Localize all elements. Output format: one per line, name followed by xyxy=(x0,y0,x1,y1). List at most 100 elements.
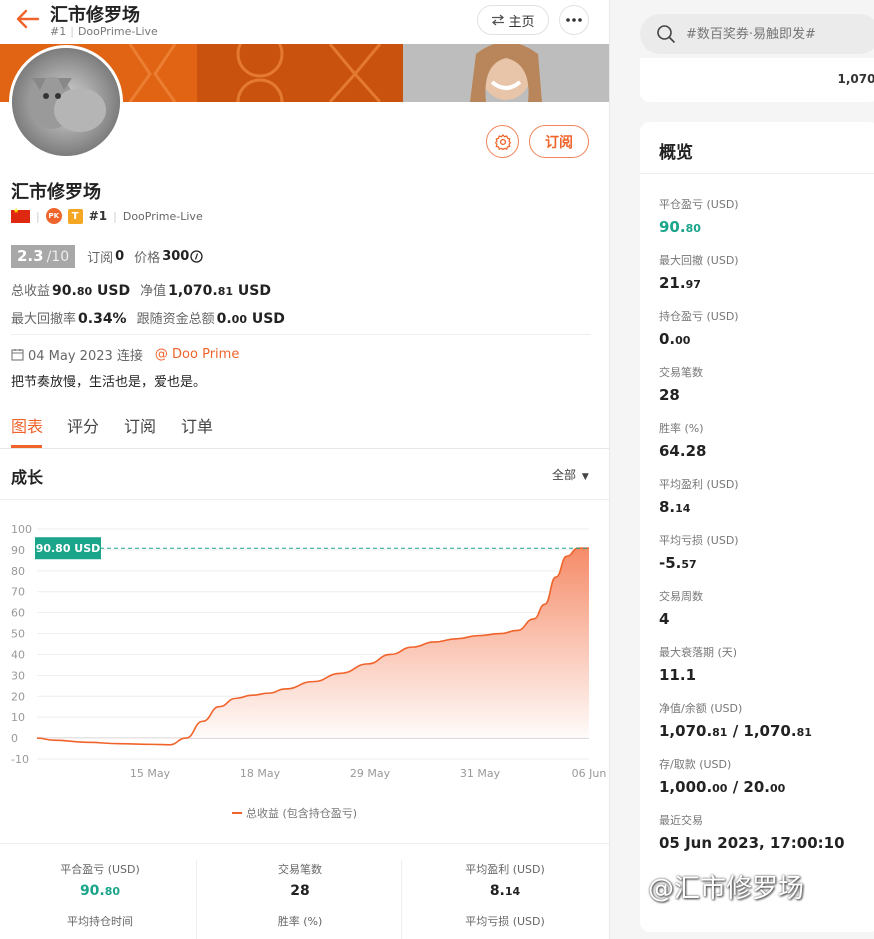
stat-trade-count: 交易笔数 28 xyxy=(278,863,322,899)
trader-profile-panel: 汇市修罗场 #1 | DooPrime-Live 主页 订阅 汇市修罗场 ★ |… xyxy=(0,0,610,939)
summary-card-top: 1,070. xyxy=(640,58,874,102)
drawdown-value: 0.34% xyxy=(78,311,127,327)
score-row: 2.3/10 订阅 0 价格 300 xyxy=(11,245,203,268)
search-box[interactable] xyxy=(640,14,874,54)
total-profit-value: 90.80 USD xyxy=(52,283,131,299)
y-tick-label: 100 xyxy=(11,523,32,536)
more-options-button[interactable] xyxy=(559,5,589,35)
overview-item: 交易周数 4 xyxy=(659,588,703,628)
pk-badge-icon: PK xyxy=(45,208,62,224)
overview-item-value: 90.80 xyxy=(659,218,701,236)
overview-item-label: 最大回撤 (USD) xyxy=(659,254,739,267)
overview-title: 概览 xyxy=(659,143,693,163)
growth-title: 成长 xyxy=(11,468,44,487)
search-input[interactable] xyxy=(686,26,856,42)
tab-orders[interactable]: 订单 xyxy=(181,413,213,437)
chart-legend[interactable]: 总收益 (包含持仓盈亏) xyxy=(232,805,357,821)
overview-item-value: -5.57 xyxy=(659,554,697,572)
overview-item: 最大衰落期 (天) 11.1 xyxy=(659,644,737,684)
back-arrow-icon[interactable] xyxy=(14,8,40,30)
overview-item: 平均亏损 (USD) -5.57 xyxy=(659,532,739,572)
overview-item-value: 8.14 xyxy=(659,498,691,516)
overview-item-value: 64.28 xyxy=(659,442,707,460)
swap-icon xyxy=(492,14,505,26)
range-dropdown-label: 全部 xyxy=(552,468,577,482)
coin-icon xyxy=(190,250,203,263)
stat-avg-loss: 平均亏损 (USD) xyxy=(465,915,545,928)
header-rank: #1 xyxy=(50,25,67,38)
y-tick-label: 10 xyxy=(11,711,25,724)
overview-item-label: 交易周数 xyxy=(659,590,703,603)
overview-item-label: 平仓盈亏 (USD) xyxy=(659,198,739,211)
range-dropdown[interactable]: 全部 ▼ xyxy=(552,466,589,483)
watermark: @汇市修罗场 xyxy=(648,868,804,905)
stat-avg-profit: 平均盈利 (USD) 8.14 xyxy=(465,863,545,899)
t-badge-icon: T xyxy=(67,208,83,224)
home-button-label: 主页 xyxy=(508,14,535,30)
china-flag-icon xyxy=(11,207,30,223)
header-server: DooPrime-Live xyxy=(77,25,158,38)
trader-name: 汇市修罗场 xyxy=(11,182,101,203)
legend-line-icon xyxy=(232,812,242,814)
equity-label: 净值 xyxy=(140,284,167,299)
tab-subscribe[interactable]: 订阅 xyxy=(124,413,156,437)
stat-closed-pnl: 平合盈亏 (USD) 90.80 xyxy=(60,863,140,899)
stat-avg-hold-time: 平均持仓时间 xyxy=(67,915,133,928)
overview-item-value: 0.00 xyxy=(659,330,691,348)
subscribe-button[interactable]: 订阅 xyxy=(529,125,589,158)
x-tick-label: 31 May xyxy=(460,767,501,780)
overview-item-value: 1,000.00 / 20.00 xyxy=(659,778,786,796)
x-tick-label: 06 Jun xyxy=(572,767,607,780)
price-label: 价格 xyxy=(134,251,161,266)
profit-row: 总收益 90.80 USD 净值 1,070.81 USD xyxy=(11,280,271,299)
y-tick-label: 80 xyxy=(11,565,25,578)
overview-item: 平均盈利 (USD) 8.14 xyxy=(659,476,739,516)
subs-label: 订阅 xyxy=(87,251,114,266)
price-value: 300 xyxy=(162,249,190,264)
y-tick-label: 50 xyxy=(11,628,25,641)
tab-chart[interactable]: 图表 xyxy=(11,413,43,437)
stat-win-rate: 胜率 (%) xyxy=(277,915,323,928)
overview-item: 胜率 (%) 64.28 xyxy=(659,420,706,460)
header-subtitle: #1 | DooPrime-Live xyxy=(50,25,158,38)
y-tick-label: 70 xyxy=(11,586,25,599)
overview-item: 交易笔数 28 xyxy=(659,364,703,404)
score-badge: 2.3/10 xyxy=(11,245,76,268)
calendar-icon xyxy=(11,349,24,361)
overview-item-label: 交易笔数 xyxy=(659,366,703,379)
y-tick-label: 40 xyxy=(11,648,25,661)
y-tick-label: 90 xyxy=(11,544,25,557)
y-tick-label: 60 xyxy=(11,607,25,620)
x-tick-label: 18 May xyxy=(240,767,281,780)
overview-item-label: 最大衰落期 (天) xyxy=(659,646,738,659)
series-area xyxy=(37,548,589,745)
caret-down-icon: ▼ xyxy=(581,472,589,482)
overview-item-value: 1,070.81 / 1,070.81 xyxy=(659,722,812,740)
overview-card: 概览 平仓盈亏 (USD) 90.80 最大回撤 (USD) 21.97 持仓盈亏 (U… xyxy=(640,122,874,932)
tab-rating[interactable]: 评分 xyxy=(67,413,99,437)
y-tick-label: -10 xyxy=(11,753,29,766)
broker-link[interactable]: @ Doo Prime xyxy=(155,347,239,362)
header-title: 汇市修罗场 xyxy=(50,5,140,26)
bottom-stats-grid: 平合盈亏 (USD) 90.80 交易笔数 28 平均盈利 (USD) 8.14… xyxy=(0,855,609,939)
total-profit-label: 总收益 xyxy=(11,284,51,299)
settings-button[interactable] xyxy=(486,125,519,158)
join-info: 04 May 2023 连接 @ Doo Prime xyxy=(11,345,239,364)
overview-item-label: 存/取款 (USD) xyxy=(659,758,732,771)
follow-funds-value: 0.00 USD xyxy=(216,311,285,327)
overview-item: 最近交易 05 Jun 2023, 17:00:10 xyxy=(659,812,845,852)
overview-item-label: 净值/余额 (USD) xyxy=(659,702,743,715)
overview-item-value: 21.97 xyxy=(659,274,701,292)
join-date: 04 May 2023 连接 xyxy=(28,349,143,364)
overview-item-label: 胜率 (%) xyxy=(659,422,704,435)
profile-tabs: 图表 评分 订阅 订单 xyxy=(0,402,609,449)
x-tick-label: 29 May xyxy=(350,767,391,780)
overview-item-label: 平均亏损 (USD) xyxy=(659,534,739,547)
trader-rank: #1 xyxy=(88,209,108,223)
drawdown-label: 最大回撤率 xyxy=(11,312,77,327)
overview-item: 存/取款 (USD) 1,000.00 / 20.00 xyxy=(659,756,785,796)
home-button[interactable]: 主页 xyxy=(477,5,549,35)
current-value-label: 90.80 USD xyxy=(36,542,101,555)
equity-value: 1,070.81 USD xyxy=(168,283,271,299)
overview-item-label: 持仓盈亏 (USD) xyxy=(659,310,739,323)
